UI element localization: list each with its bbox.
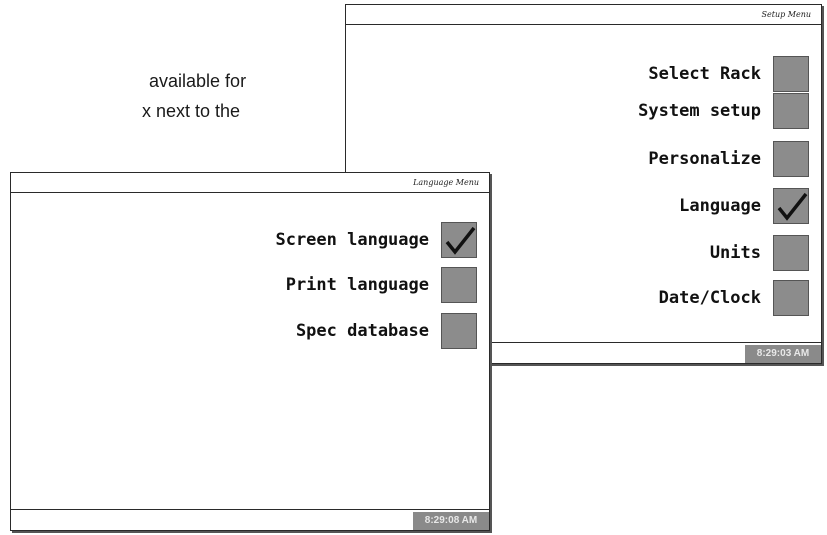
document-line-2: x next to the <box>142 101 241 121</box>
language-item-label: Spec database <box>295 321 429 341</box>
language-clock: 8:29:08 AM <box>413 512 489 530</box>
language-checkbox[interactable] <box>773 188 809 224</box>
language-item-spec-database[interactable]: Spec database <box>296 312 477 350</box>
setup-item-label: Select Rack <box>648 64 761 84</box>
units-checkbox[interactable] <box>773 235 809 271</box>
setup-item-label: Date/Clock <box>658 288 761 308</box>
screen-language-checkbox[interactable] <box>441 222 477 258</box>
language-item-label: Print language <box>285 275 429 295</box>
setup-item-date-clock[interactable]: Date/Clock <box>659 279 809 317</box>
print-language-checkbox[interactable] <box>441 267 477 303</box>
language-item-label: Screen language <box>275 230 429 250</box>
setup-item-label: Personalize <box>648 149 761 169</box>
setup-item-units[interactable]: Units <box>710 234 809 272</box>
language-item-print-language[interactable]: Print language <box>286 266 477 304</box>
date-clock-checkbox[interactable] <box>773 280 809 316</box>
checkmark-icon <box>777 192 808 221</box>
setup-item-system-setup[interactable]: System setup <box>638 92 809 130</box>
setup-item-personalize[interactable]: Personalize <box>648 140 809 178</box>
language-item-screen-language[interactable]: Screen language <box>275 221 477 259</box>
setup-menu-title: Setup Menu <box>346 5 821 25</box>
language-status-bar: 8:29:08 AM <box>11 509 489 530</box>
setup-item-select-rack[interactable]: Select Rack <box>648 55 809 93</box>
setup-item-label: System setup <box>638 101 761 121</box>
language-menu-title: Language Menu <box>11 173 489 193</box>
document-line-1: available for <box>149 71 247 91</box>
system-setup-checkbox[interactable] <box>773 93 809 129</box>
spec-database-checkbox[interactable] <box>441 313 477 349</box>
personalize-checkbox[interactable] <box>773 141 809 177</box>
setup-item-language[interactable]: Language <box>679 187 809 225</box>
setup-clock: 8:29:03 AM <box>745 345 821 363</box>
setup-item-label: Language <box>679 196 761 216</box>
select-rack-checkbox[interactable] <box>773 56 809 92</box>
setup-item-label: Units <box>709 243 761 263</box>
checkmark-icon <box>445 226 476 255</box>
language-menu-screen: Language Menu Screen language Print lang… <box>10 172 490 531</box>
